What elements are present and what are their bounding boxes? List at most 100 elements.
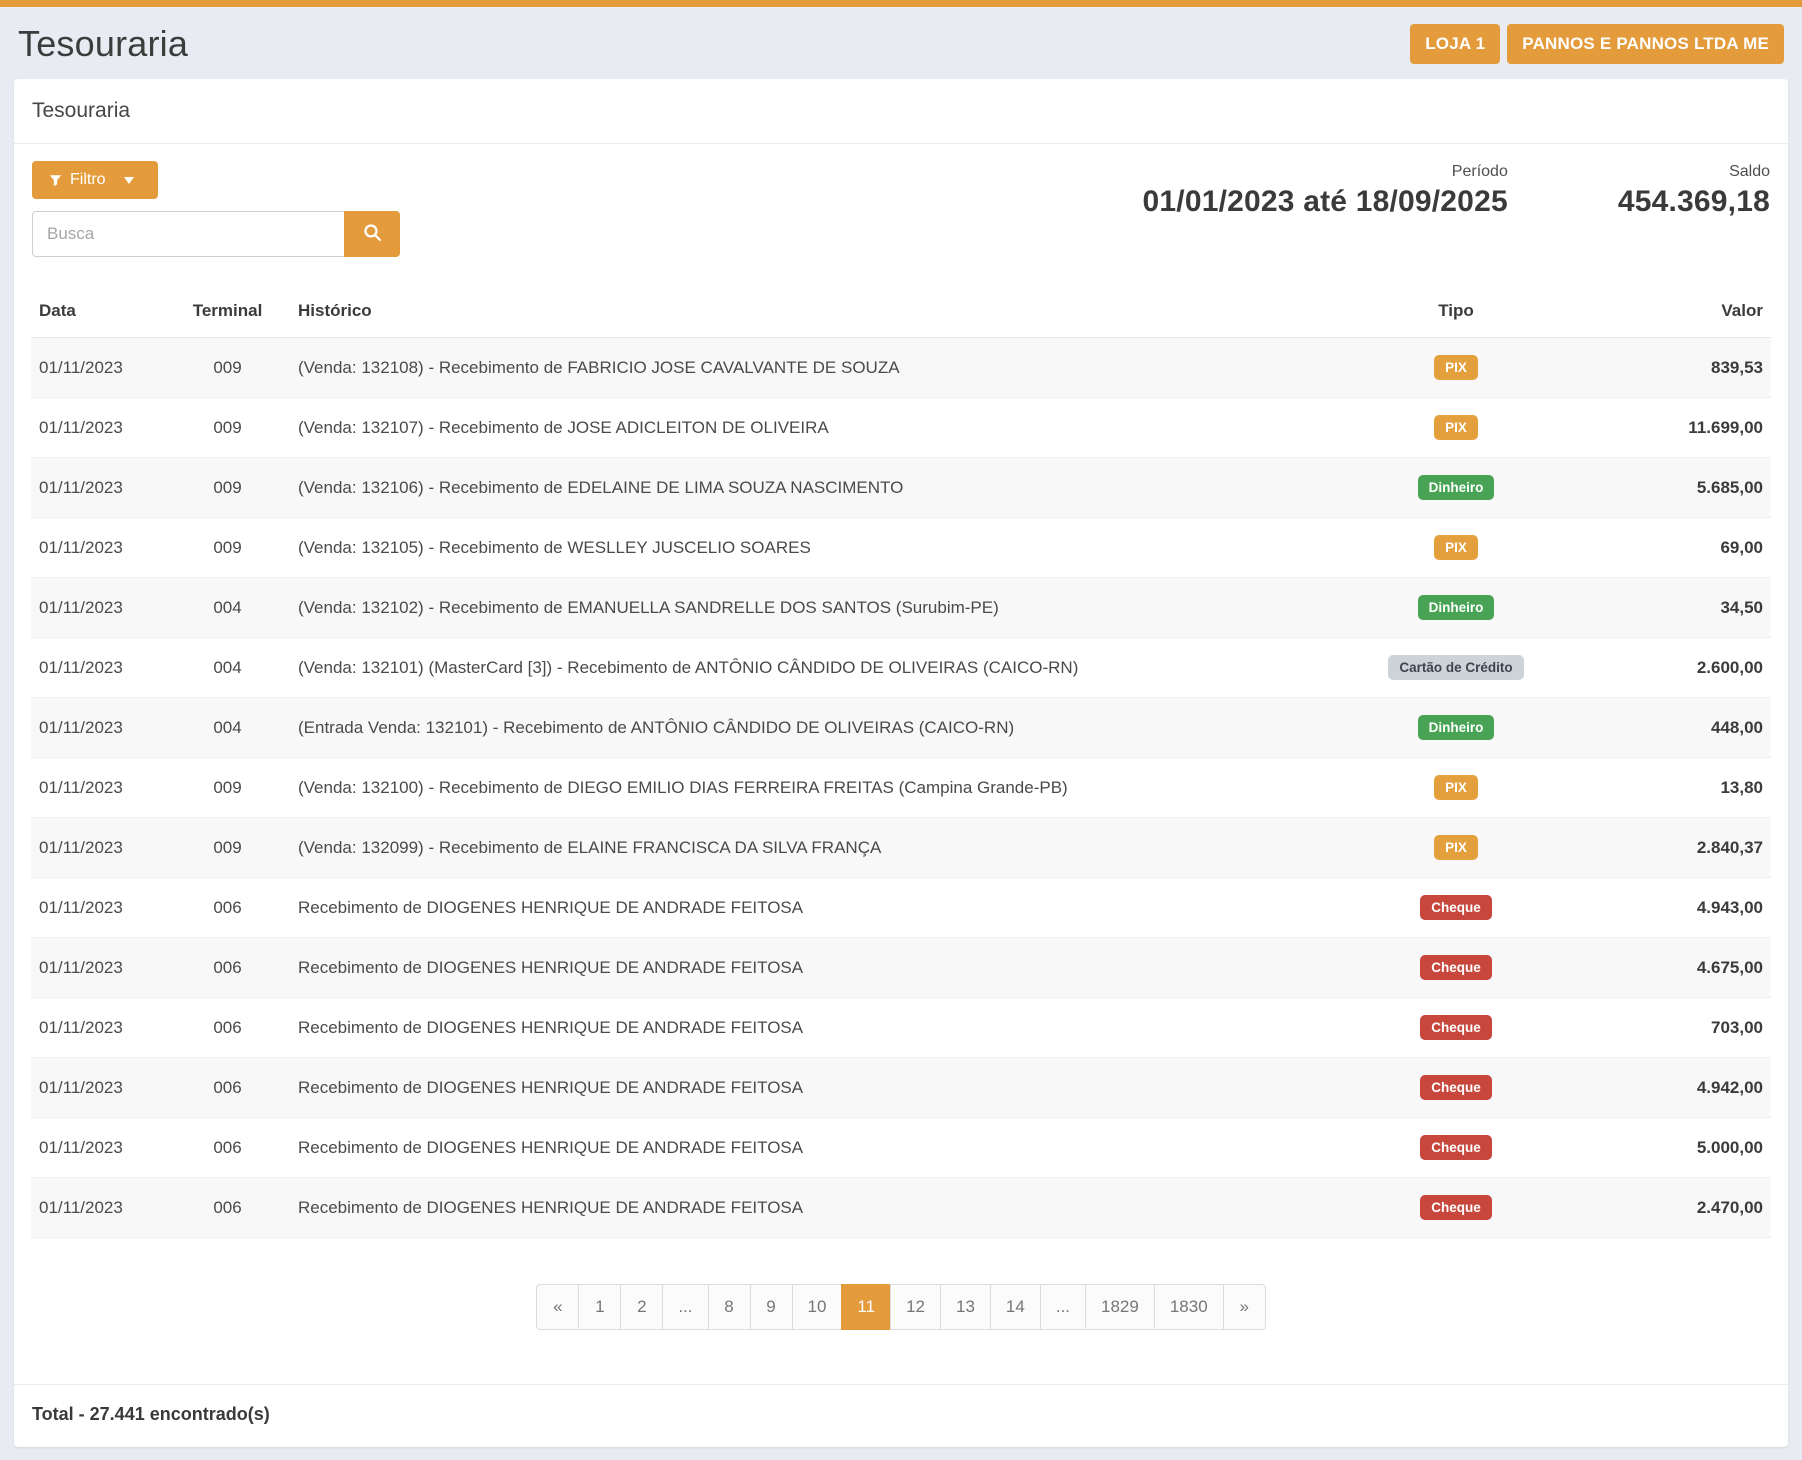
row-history: Recebimento de DIOGENES HENRIQUE DE ANDR… xyxy=(290,1118,1306,1178)
pagination-page[interactable]: 1 xyxy=(578,1284,621,1330)
row-history: Recebimento de DIOGENES HENRIQUE DE ANDR… xyxy=(290,938,1306,998)
row-date: 01/11/2023 xyxy=(31,998,165,1058)
filter-button-label: Filtro xyxy=(70,171,106,189)
type-badge: Cheque xyxy=(1420,1015,1492,1040)
table-row: 01/11/2023004(Venda: 132101) (MasterCard… xyxy=(31,638,1771,698)
row-value: 703,00 xyxy=(1606,998,1771,1058)
search-input[interactable] xyxy=(32,211,344,257)
row-history: (Venda: 132102) - Recebimento de EMANUEL… xyxy=(290,578,1306,638)
row-value: 839,53 xyxy=(1606,338,1771,398)
pagination-ellipsis: ... xyxy=(1040,1284,1086,1330)
row-date: 01/11/2023 xyxy=(31,878,165,938)
transactions-table-wrap: Data Terminal Histórico Tipo Valor 01/11… xyxy=(14,287,1788,1238)
row-type-cell: Cartão de Crédito xyxy=(1306,638,1606,698)
table-row: 01/11/2023009(Venda: 132100) - Recebimen… xyxy=(31,758,1771,818)
row-terminal: 009 xyxy=(165,338,290,398)
row-terminal: 004 xyxy=(165,638,290,698)
card-title: Tesouraria xyxy=(14,79,1788,144)
row-terminal: 009 xyxy=(165,818,290,878)
card-footer: Total - 27.441 encontrado(s) xyxy=(14,1384,1788,1447)
row-value: 4.675,00 xyxy=(1606,938,1771,998)
row-history: (Venda: 132105) - Recebimento de WESLLEY… xyxy=(290,518,1306,578)
row-value: 2.470,00 xyxy=(1606,1178,1771,1238)
transactions-table: Data Terminal Histórico Tipo Valor 01/11… xyxy=(31,287,1771,1238)
pagination-next[interactable]: » xyxy=(1223,1284,1266,1330)
row-type-cell: Dinheiro xyxy=(1306,698,1606,758)
column-header-terminal: Terminal xyxy=(165,287,290,338)
row-value: 2.840,37 xyxy=(1606,818,1771,878)
saldo-label: Saldo xyxy=(1618,163,1770,181)
pagination-page[interactable]: 1829 xyxy=(1085,1284,1155,1330)
row-history: (Venda: 132107) - Recebimento de JOSE AD… xyxy=(290,398,1306,458)
table-row: 01/11/2023006Recebimento de DIOGENES HEN… xyxy=(31,1178,1771,1238)
row-date: 01/11/2023 xyxy=(31,398,165,458)
table-row: 01/11/2023006Recebimento de DIOGENES HEN… xyxy=(31,1118,1771,1178)
pagination-page[interactable]: 2 xyxy=(620,1284,663,1330)
table-row: 01/11/2023004(Venda: 132102) - Recebimen… xyxy=(31,578,1771,638)
pagination-page[interactable]: 1830 xyxy=(1154,1284,1224,1330)
table-row: 01/11/2023009(Venda: 132108) - Recebimen… xyxy=(31,338,1771,398)
row-terminal: 009 xyxy=(165,518,290,578)
row-date: 01/11/2023 xyxy=(31,818,165,878)
column-header-data: Data xyxy=(31,287,165,338)
pagination-page[interactable]: 14 xyxy=(990,1284,1041,1330)
row-type-cell: PIX xyxy=(1306,518,1606,578)
row-value: 5.685,00 xyxy=(1606,458,1771,518)
row-terminal: 006 xyxy=(165,1178,290,1238)
row-date: 01/11/2023 xyxy=(31,758,165,818)
table-row: 01/11/2023006Recebimento de DIOGENES HEN… xyxy=(31,1058,1771,1118)
row-date: 01/11/2023 xyxy=(31,1118,165,1178)
row-type-cell: Cheque xyxy=(1306,1118,1606,1178)
row-value: 2.600,00 xyxy=(1606,638,1771,698)
type-badge: Cheque xyxy=(1420,895,1492,920)
period-label: Período xyxy=(1143,163,1508,181)
type-badge: PIX xyxy=(1434,835,1478,860)
tesouraria-card: Tesouraria Filtro Período 01/01/2023 até… xyxy=(14,79,1788,1447)
table-body: 01/11/2023009(Venda: 132108) - Recebimen… xyxy=(31,338,1771,1238)
pagination-page[interactable]: 13 xyxy=(940,1284,991,1330)
type-badge: PIX xyxy=(1434,775,1478,800)
row-type-cell: Cheque xyxy=(1306,1178,1606,1238)
search-icon xyxy=(363,223,382,245)
pagination-page[interactable]: 11 xyxy=(841,1284,891,1330)
type-badge: PIX xyxy=(1434,535,1478,560)
period-value: 01/01/2023 até 18/09/2025 xyxy=(1143,185,1508,219)
row-history: (Venda: 132108) - Recebimento de FABRICI… xyxy=(290,338,1306,398)
type-badge: Dinheiro xyxy=(1418,715,1495,740)
header-buttons: LOJA 1 PANNOS E PANNOS LTDA ME xyxy=(1410,24,1784,64)
row-history: Recebimento de DIOGENES HENRIQUE DE ANDR… xyxy=(290,1058,1306,1118)
period-block: Período 01/01/2023 até 18/09/2025 xyxy=(1143,163,1508,219)
type-badge: Cheque xyxy=(1420,1195,1492,1220)
row-history: (Venda: 132106) - Recebimento de EDELAIN… xyxy=(290,458,1306,518)
total-count: Total - 27.441 encontrado(s) xyxy=(32,1404,1770,1425)
row-date: 01/11/2023 xyxy=(31,458,165,518)
page-header: Tesouraria LOJA 1 PANNOS E PANNOS LTDA M… xyxy=(0,7,1802,79)
row-terminal: 006 xyxy=(165,998,290,1058)
search-button[interactable] xyxy=(344,211,400,257)
pagination-page[interactable]: 8 xyxy=(708,1284,751,1330)
saldo-value: 454.369,18 xyxy=(1618,185,1770,219)
row-history: Recebimento de DIOGENES HENRIQUE DE ANDR… xyxy=(290,998,1306,1058)
row-terminal: 006 xyxy=(165,1118,290,1178)
row-type-cell: PIX xyxy=(1306,758,1606,818)
row-history: Recebimento de DIOGENES HENRIQUE DE ANDR… xyxy=(290,1178,1306,1238)
search-group xyxy=(32,211,400,257)
row-terminal: 009 xyxy=(165,758,290,818)
type-badge: Dinheiro xyxy=(1418,475,1495,500)
row-type-cell: Cheque xyxy=(1306,878,1606,938)
row-history: (Venda: 132101) (MasterCard [3]) - Receb… xyxy=(290,638,1306,698)
pagination-page[interactable]: 10 xyxy=(792,1284,843,1330)
pagination: «12...891011121314...18291830» xyxy=(536,1284,1265,1330)
row-value: 5.000,00 xyxy=(1606,1118,1771,1178)
pagination-page[interactable]: 12 xyxy=(890,1284,941,1330)
filter-button[interactable]: Filtro xyxy=(32,161,158,199)
pagination-page[interactable]: 9 xyxy=(750,1284,793,1330)
store-button[interactable]: LOJA 1 xyxy=(1410,24,1500,64)
company-button[interactable]: PANNOS E PANNOS LTDA ME xyxy=(1507,24,1784,64)
table-row: 01/11/2023009(Venda: 132107) - Recebimen… xyxy=(31,398,1771,458)
chevron-down-icon xyxy=(124,177,134,184)
pagination-prev[interactable]: « xyxy=(536,1284,579,1330)
row-date: 01/11/2023 xyxy=(31,938,165,998)
type-badge: Cheque xyxy=(1420,1075,1492,1100)
table-row: 01/11/2023004(Entrada Venda: 132101) - R… xyxy=(31,698,1771,758)
